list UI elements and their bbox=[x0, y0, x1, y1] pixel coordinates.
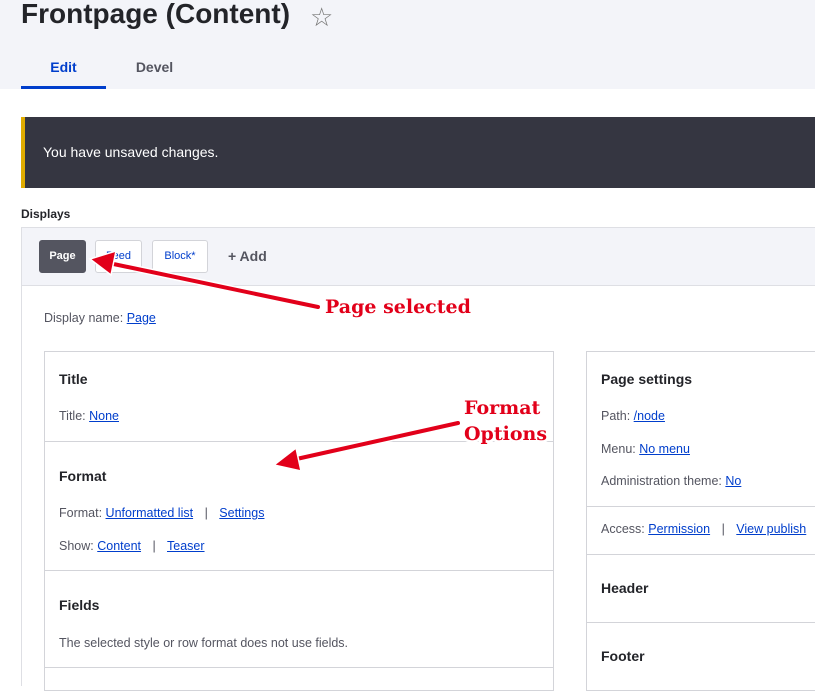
divider bbox=[45, 667, 553, 668]
title-row: Title: None bbox=[59, 409, 119, 423]
access-permission-link[interactable]: Permission bbox=[648, 522, 710, 536]
title-none-link[interactable]: None bbox=[89, 409, 119, 423]
divider bbox=[587, 506, 815, 507]
separator: | bbox=[204, 506, 208, 520]
access-row: Access: Permission | View publish bbox=[601, 522, 806, 536]
display-tab-feed[interactable]: Feed bbox=[95, 240, 142, 273]
title-section-heading: Title bbox=[59, 371, 88, 387]
path-link[interactable]: /node bbox=[634, 409, 665, 423]
star-icon[interactable]: ☆ bbox=[310, 3, 333, 33]
show-content-link[interactable]: Content bbox=[97, 539, 141, 553]
divider bbox=[45, 570, 553, 571]
header-section-heading: Header bbox=[601, 580, 649, 596]
display-tab-page[interactable]: Page bbox=[39, 240, 86, 273]
tab-devel[interactable]: Devel bbox=[112, 48, 197, 89]
tab-edit[interactable]: Edit bbox=[21, 48, 106, 89]
display-name-row: Display name: Page bbox=[44, 311, 156, 325]
fields-note: The selected style or row format does no… bbox=[59, 636, 349, 650]
divider bbox=[587, 554, 815, 555]
page-title: Frontpage (Content) bbox=[21, 0, 291, 29]
menu-label: Menu: bbox=[601, 442, 636, 456]
format-label: Format: bbox=[59, 506, 103, 520]
separator: | bbox=[152, 539, 156, 553]
divider bbox=[587, 622, 815, 623]
page-header: Frontpage (Content) ☆ Edit Devel bbox=[0, 0, 815, 89]
right-settings-column: Page settings Path: /node Menu: No menu … bbox=[586, 351, 815, 691]
admin-theme-label: Administration theme: bbox=[601, 474, 722, 488]
display-tab-block[interactable]: Block* bbox=[152, 240, 208, 273]
annotation-page-selected: Page selected bbox=[325, 296, 471, 318]
access-view-published-link[interactable]: View publish bbox=[736, 522, 806, 536]
fields-section-heading: Fields bbox=[59, 597, 100, 613]
unsaved-changes-message: You have unsaved changes. bbox=[21, 117, 815, 188]
format-section-heading: Format bbox=[59, 468, 107, 484]
menu-row: Menu: No menu bbox=[601, 442, 690, 456]
title-label: Title: bbox=[59, 409, 86, 423]
path-label: Path: bbox=[601, 409, 631, 423]
show-teaser-link[interactable]: Teaser bbox=[167, 539, 205, 553]
displays-label: Displays bbox=[21, 207, 71, 221]
separator: | bbox=[721, 522, 725, 536]
format-row: Format: Unformatted list | Settings bbox=[59, 506, 264, 520]
show-label: Show: bbox=[59, 539, 94, 553]
format-unformatted-list-link[interactable]: Unformatted list bbox=[106, 506, 194, 520]
path-row: Path: /node bbox=[601, 409, 665, 423]
menu-link[interactable]: No menu bbox=[639, 442, 690, 456]
admin-theme-row: Administration theme: No bbox=[601, 474, 741, 488]
access-label: Access: bbox=[601, 522, 645, 536]
add-display-button[interactable]: + Add bbox=[228, 248, 267, 264]
format-settings-link[interactable]: Settings bbox=[219, 506, 264, 520]
display-name-label: Display name: bbox=[44, 311, 124, 325]
footer-section-heading: Footer bbox=[601, 648, 645, 664]
display-name-link[interactable]: Page bbox=[127, 311, 156, 325]
page-settings-heading: Page settings bbox=[601, 371, 693, 387]
show-row: Show: Content | Teaser bbox=[59, 539, 205, 553]
annotation-format-options-line1: Format bbox=[464, 397, 541, 419]
annotation-format-options-line2: Options bbox=[464, 423, 548, 445]
admin-theme-link[interactable]: No bbox=[725, 474, 741, 488]
